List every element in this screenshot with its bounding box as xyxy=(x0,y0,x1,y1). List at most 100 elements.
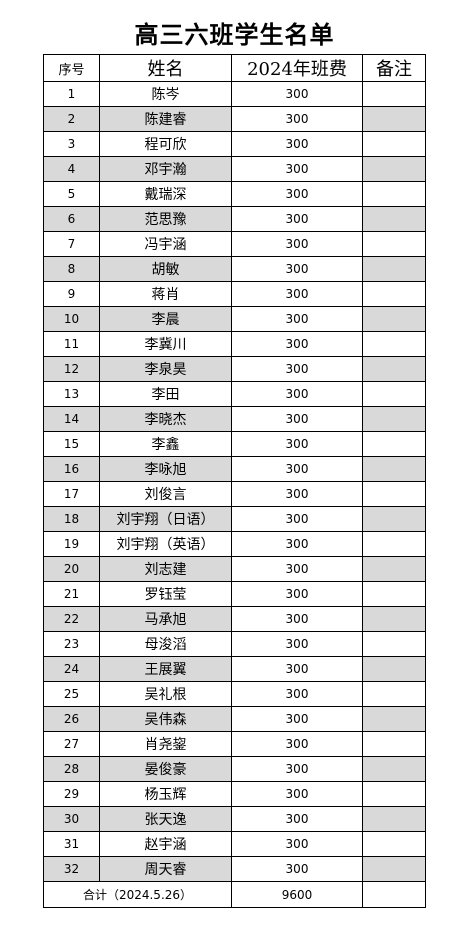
total-note xyxy=(362,881,426,908)
cell-no: 26 xyxy=(43,706,100,732)
cell-fee: 300 xyxy=(231,656,363,682)
cell-fee: 300 xyxy=(231,531,363,557)
cell-fee: 300 xyxy=(231,356,363,382)
cell-no: 16 xyxy=(43,456,100,482)
cell-no: 5 xyxy=(43,181,100,207)
total-row: 合计（2024.5.26） 9600 xyxy=(43,881,426,908)
cell-fee: 300 xyxy=(231,131,363,157)
cell-fee: 300 xyxy=(231,231,363,257)
table-row: 29 杨玉辉 300 xyxy=(43,781,426,807)
cell-note xyxy=(362,356,426,382)
table-row: 5 戴瑞深 300 xyxy=(43,181,426,207)
cell-fee: 300 xyxy=(231,856,363,882)
cell-fee: 300 xyxy=(231,581,363,607)
cell-note xyxy=(362,431,426,457)
cell-fee: 300 xyxy=(231,181,363,207)
cell-fee: 300 xyxy=(231,456,363,482)
student-roster-table: 序号 姓名 2024年班费 备注 1 陈岑 300 2 陈建睿 300 3 程可欣 300 4 邓宇… xyxy=(43,54,426,908)
cell-no: 1 xyxy=(43,81,100,107)
cell-no: 13 xyxy=(43,381,100,407)
table-row: 25 吴礼根 300 xyxy=(43,681,426,707)
cell-fee: 300 xyxy=(231,506,363,532)
cell-note xyxy=(362,156,426,182)
cell-note xyxy=(362,381,426,407)
cell-name: 刘志建 xyxy=(99,556,232,582)
cell-name: 蒋肖 xyxy=(99,281,232,307)
cell-no: 17 xyxy=(43,481,100,507)
table-row: 8 胡敏 300 xyxy=(43,256,426,282)
cell-note xyxy=(362,706,426,732)
cell-name: 刘俊言 xyxy=(99,481,232,507)
cell-note xyxy=(362,556,426,582)
table-row: 30 张天逸 300 xyxy=(43,806,426,832)
cell-no: 7 xyxy=(43,231,100,257)
table-row: 6 范思豫 300 xyxy=(43,206,426,232)
table-row: 11 李冀川 300 xyxy=(43,331,426,357)
cell-no: 25 xyxy=(43,681,100,707)
cell-fee: 300 xyxy=(231,756,363,782)
table-row: 14 李晓杰 300 xyxy=(43,406,426,432)
cell-fee: 300 xyxy=(231,831,363,857)
cell-note xyxy=(362,631,426,657)
cell-note xyxy=(362,331,426,357)
cell-name: 吴礼根 xyxy=(99,681,232,707)
cell-no: 14 xyxy=(43,406,100,432)
cell-name: 杨玉辉 xyxy=(99,781,232,807)
cell-note xyxy=(362,531,426,557)
cell-note xyxy=(362,481,426,507)
cell-no: 32 xyxy=(43,856,100,882)
cell-no: 24 xyxy=(43,656,100,682)
cell-fee: 300 xyxy=(231,256,363,282)
cell-name: 刘宇翔（英语） xyxy=(99,531,232,557)
cell-note xyxy=(362,456,426,482)
table-row: 9 蒋肖 300 xyxy=(43,281,426,307)
cell-name: 陈岑 xyxy=(99,81,232,107)
total-value: 9600 xyxy=(231,881,363,908)
table-row: 3 程可欣 300 xyxy=(43,131,426,157)
cell-no: 4 xyxy=(43,156,100,182)
cell-name: 母浚滔 xyxy=(99,631,232,657)
cell-name: 冯宇涵 xyxy=(99,231,232,257)
table-row: 26 吴伟森 300 xyxy=(43,706,426,732)
table-row: 7 冯宇涵 300 xyxy=(43,231,426,257)
cell-name: 陈建睿 xyxy=(99,106,232,132)
cell-fee: 300 xyxy=(231,731,363,757)
cell-fee: 300 xyxy=(231,631,363,657)
column-header-no: 序号 xyxy=(43,54,100,82)
cell-no: 31 xyxy=(43,831,100,857)
cell-no: 9 xyxy=(43,281,100,307)
cell-name: 李冀川 xyxy=(99,331,232,357)
cell-note xyxy=(362,856,426,882)
table-row: 28 晏俊豪 300 xyxy=(43,756,426,782)
cell-no: 19 xyxy=(43,531,100,557)
cell-name: 邓宇瀚 xyxy=(99,156,232,182)
cell-name: 李咏旭 xyxy=(99,456,232,482)
cell-note xyxy=(362,606,426,632)
cell-note xyxy=(362,831,426,857)
cell-name: 程可欣 xyxy=(99,131,232,157)
table-row: 24 王展翼 300 xyxy=(43,656,426,682)
cell-name: 李晨 xyxy=(99,306,232,332)
cell-fee: 300 xyxy=(231,556,363,582)
cell-name: 范思豫 xyxy=(99,206,232,232)
cell-note xyxy=(362,231,426,257)
cell-fee: 300 xyxy=(231,206,363,232)
cell-name: 马承旭 xyxy=(99,606,232,632)
cell-no: 29 xyxy=(43,781,100,807)
cell-no: 20 xyxy=(43,556,100,582)
cell-name: 王展翼 xyxy=(99,656,232,682)
table-row: 12 李泉昊 300 xyxy=(43,356,426,382)
cell-note xyxy=(362,81,426,107)
cell-fee: 300 xyxy=(231,481,363,507)
cell-no: 12 xyxy=(43,356,100,382)
cell-fee: 300 xyxy=(231,381,363,407)
cell-fee: 300 xyxy=(231,406,363,432)
cell-fee: 300 xyxy=(231,106,363,132)
cell-fee: 300 xyxy=(231,706,363,732)
cell-no: 2 xyxy=(43,106,100,132)
cell-note xyxy=(362,581,426,607)
table-row: 15 李鑫 300 xyxy=(43,431,426,457)
table-row: 10 李晨 300 xyxy=(43,306,426,332)
page-title: 高三六班学生名单 xyxy=(134,20,335,49)
cell-no: 28 xyxy=(43,756,100,782)
